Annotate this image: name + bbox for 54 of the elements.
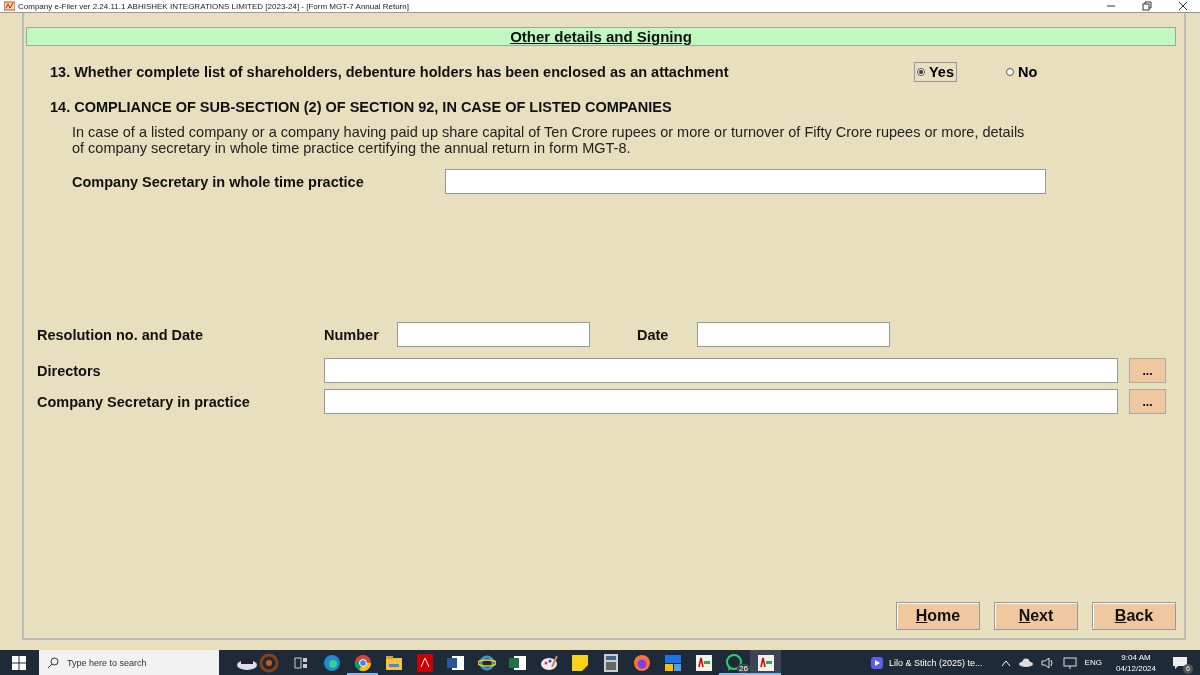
radio-option[interactable]: No	[1003, 62, 1041, 82]
browse-button[interactable]: ...	[1129, 358, 1166, 383]
language-indicator[interactable]: ENG	[1084, 658, 1102, 667]
document-icon[interactable]	[416, 653, 433, 672]
search-field[interactable]: Type here to search	[39, 650, 219, 675]
nav-button[interactable]: Back	[1092, 602, 1176, 630]
section-heading: 14. COMPLIANCE OF SUB-SECTION (2) OF SECTION 92, IN CASE OF LISTED COMPANIES	[49, 99, 673, 115]
search-icon	[47, 656, 59, 669]
input-field[interactable]	[697, 322, 890, 347]
clock[interactable]: 9:04 AM 04/12/2024	[1115, 651, 1156, 674]
calculator-icon[interactable]	[603, 653, 618, 672]
app-icon[interactable]	[695, 654, 712, 671]
window-title: Company e-Filer ver 2.24.11.1 ABHISHEK INTEGRATIONS LIMITED [2023-24] - [Form MGT-7 Annual Return]	[18, 1, 410, 11]
play-icon	[871, 656, 884, 669]
input-field[interactable]	[324, 389, 1118, 414]
input-field[interactable]	[324, 358, 1118, 383]
count-badge: 26	[737, 664, 750, 673]
field-label: Company Secretary in practice	[37, 393, 251, 410]
media-item[interactable]: Lilo & Stitch (2025) te...	[871, 656, 983, 669]
radio-option[interactable]: Yes	[914, 62, 957, 82]
swirl-icon[interactable]	[322, 653, 341, 672]
nav-button[interactable]: Home	[896, 602, 980, 630]
app-icon	[4, 1, 15, 11]
field-label: Date	[637, 326, 670, 343]
notification-icon[interactable]	[1172, 655, 1188, 670]
network-icon[interactable]	[1062, 656, 1077, 669]
taskbar-button[interactable]	[750, 650, 781, 675]
section-header: Other details and Signing	[26, 27, 1176, 46]
restore-icon[interactable]	[1142, 1, 1152, 11]
close-icon[interactable]	[1178, 1, 1188, 11]
field-label: Resolution no. and Date	[37, 326, 204, 343]
document-icon[interactable]	[446, 654, 465, 671]
cloud-icon[interactable]	[1018, 658, 1033, 667]
window-tiles-icon[interactable]	[664, 654, 681, 671]
start-icon[interactable]	[12, 655, 26, 670]
input-field[interactable]	[397, 322, 590, 347]
palette-icon[interactable]	[539, 654, 558, 671]
nav-button[interactable]: Next	[994, 602, 1078, 630]
question-label: 13. Whether complete list of shareholders, debenture holders has been enclosed as an attachment	[50, 64, 730, 80]
field-label: Directors	[37, 362, 102, 379]
folder-icon[interactable]	[384, 654, 403, 671]
description-text: In case of a listed company or a company having paid up share capital of Ten Crore rupees or more or turnover of Fifty Crore rupees or more, details of company secretary in whole time practice certifying the annual return in form MGT-8.	[72, 124, 1026, 156]
task-view-icon[interactable]	[293, 655, 308, 670]
note-icon[interactable]	[571, 654, 588, 671]
browse-button[interactable]: ...	[1129, 389, 1166, 414]
field-label: Number	[324, 326, 380, 343]
speaker-icon[interactable]	[1040, 656, 1055, 669]
spreadsheet-icon[interactable]	[508, 654, 527, 671]
input-field[interactable]	[445, 169, 1046, 194]
globe-icon[interactable]	[477, 653, 496, 672]
chevron-up-icon[interactable]	[1000, 658, 1011, 667]
ring-icon[interactable]	[353, 653, 372, 672]
app-icon[interactable]	[757, 654, 774, 671]
field-label: Company Secretary in whole time practice	[72, 173, 365, 190]
